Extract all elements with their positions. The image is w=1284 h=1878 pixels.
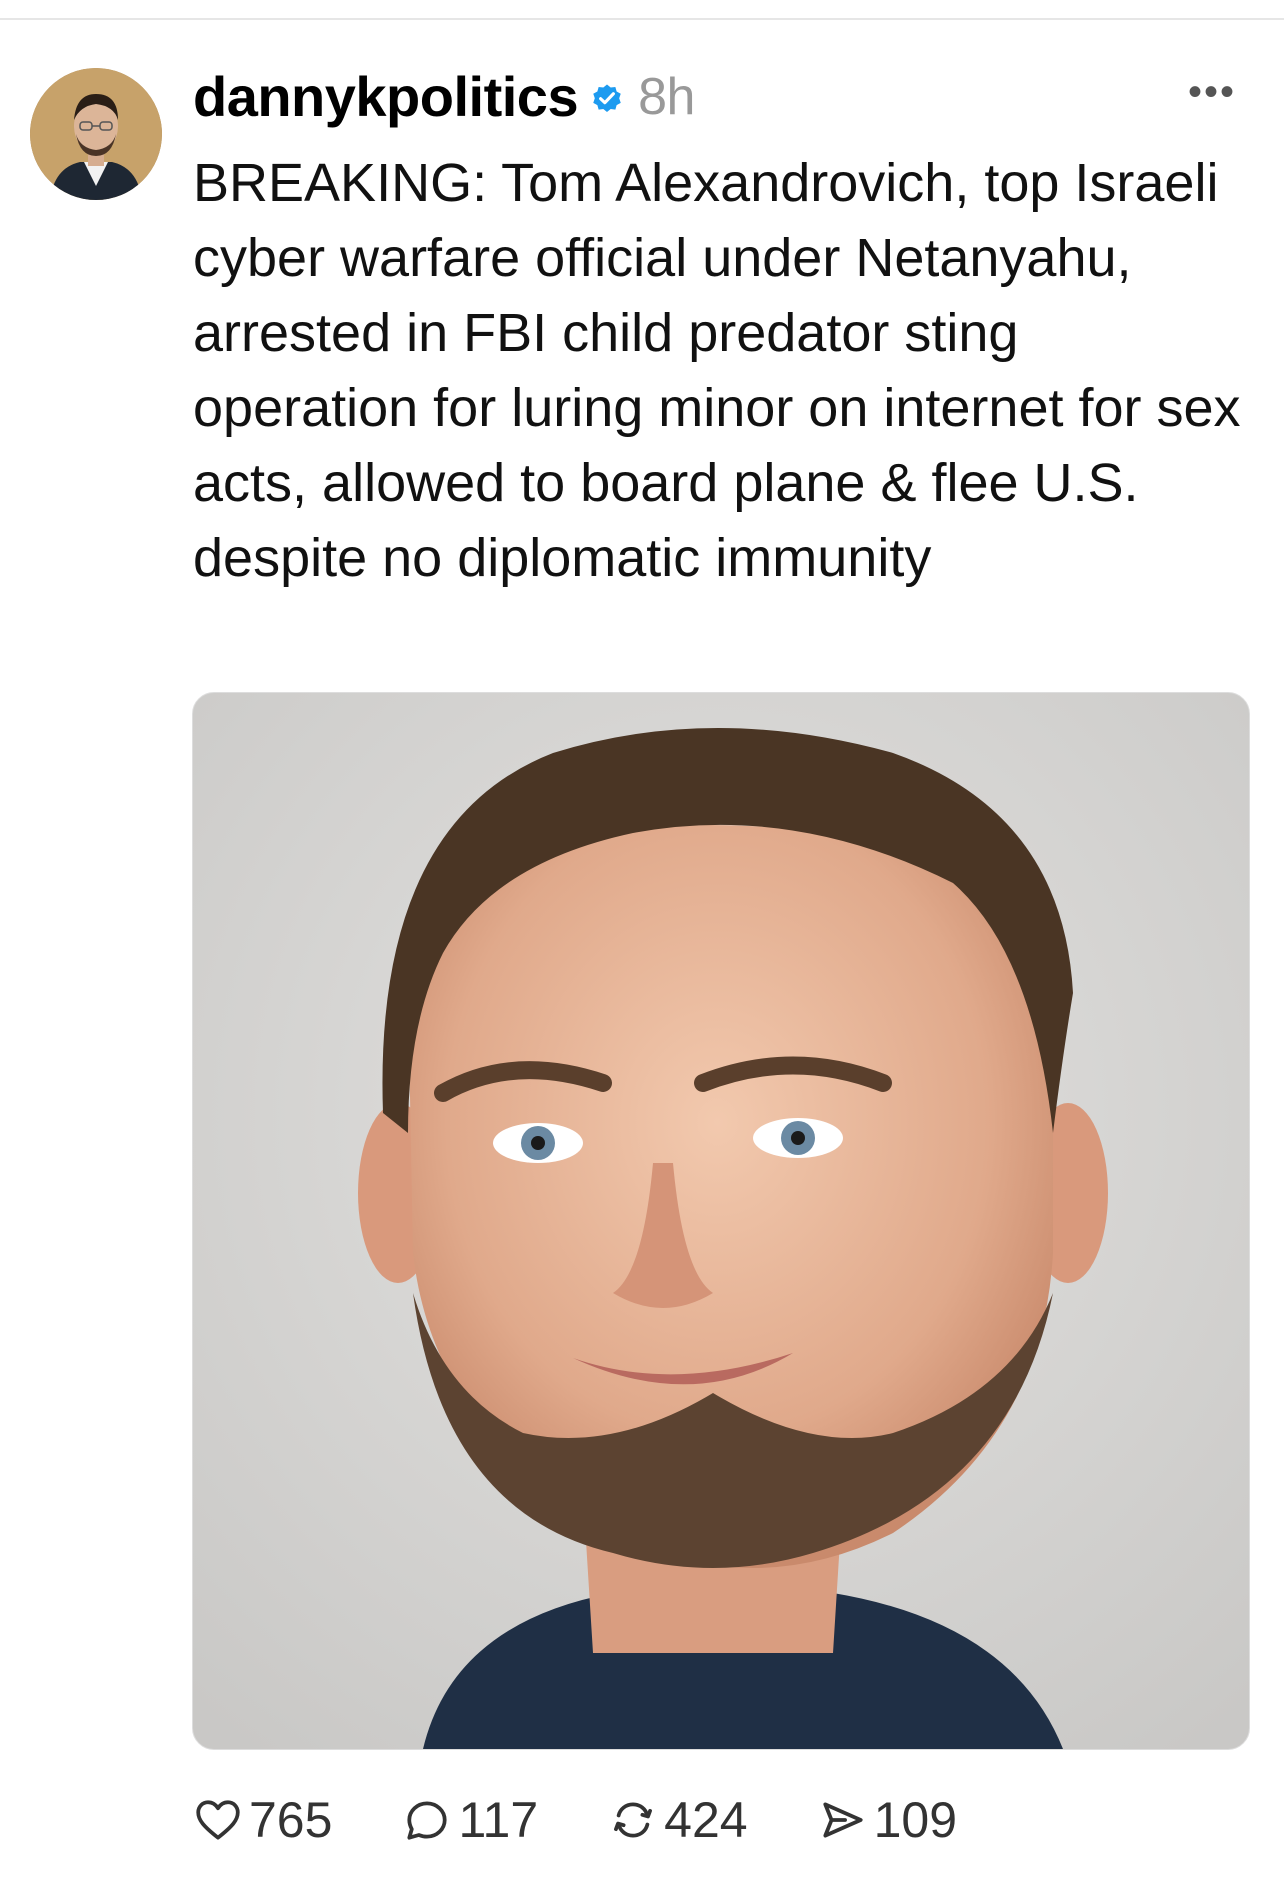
send-icon	[823, 1802, 863, 1838]
post-time: 8h	[638, 68, 695, 126]
share-count: 109	[873, 1792, 958, 1848]
verified-badge-icon	[593, 84, 621, 113]
post-actions: 765 117 424 109	[193, 1785, 1027, 1855]
post-header: dannykpolitics 8h	[193, 62, 695, 132]
avatar[interactable]	[30, 68, 162, 200]
post-text: BREAKING: Tom Alexandrovich, top Israeli…	[193, 153, 1241, 588]
username[interactable]: dannykpolitics	[193, 62, 579, 132]
post: dannykpolitics 8h ••• BREAKING: Tom Alex…	[0, 0, 1284, 1878]
more-options-icon[interactable]: •••	[1188, 72, 1236, 112]
like-button[interactable]: 765	[193, 1791, 332, 1849]
heart-icon	[196, 1800, 240, 1840]
share-button[interactable]: 109	[818, 1791, 957, 1849]
repost-icon	[614, 1802, 653, 1838]
reply-count: 117	[458, 1792, 539, 1848]
repost-count: 424	[664, 1792, 748, 1848]
like-count: 765	[249, 1792, 333, 1848]
repost-button[interactable]: 424	[608, 1791, 748, 1849]
post-image[interactable]	[192, 692, 1250, 1750]
reply-button[interactable]: 117	[402, 1791, 538, 1849]
comment-icon	[407, 1801, 448, 1840]
